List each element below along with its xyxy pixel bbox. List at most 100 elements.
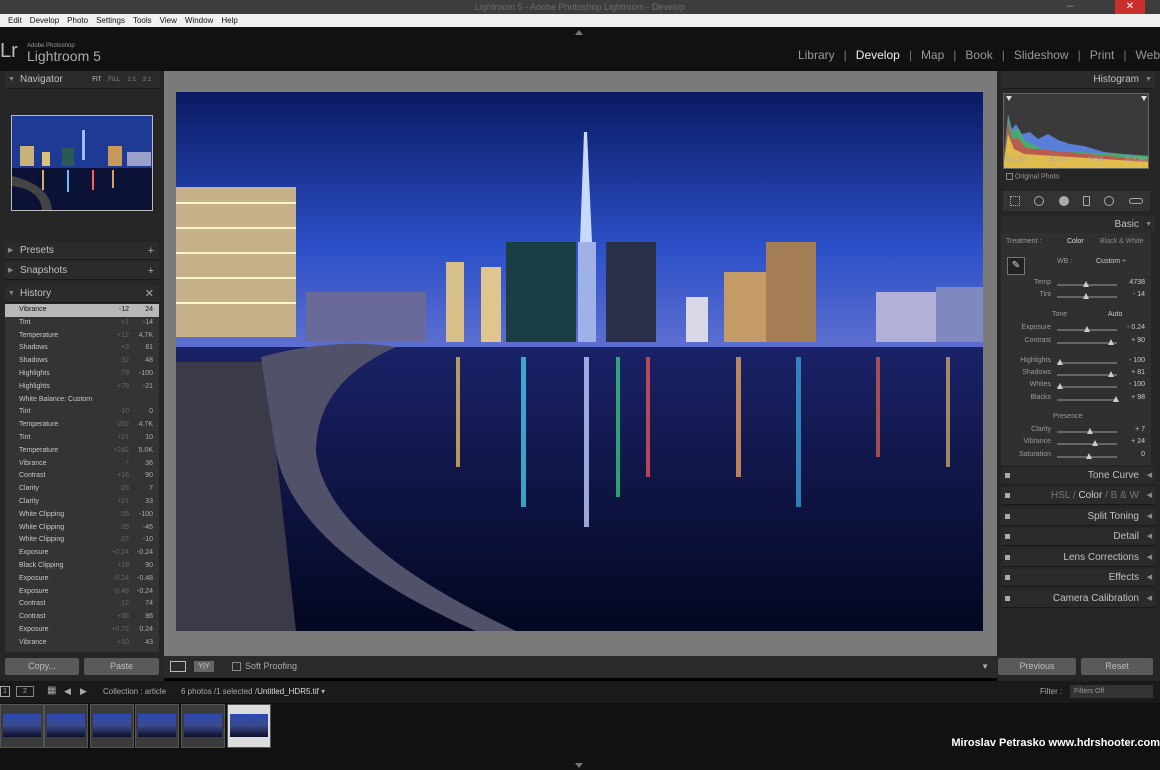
filmstrip-thumb[interactable]	[90, 704, 134, 748]
original-photo-checkbox[interactable]	[1006, 173, 1013, 180]
slider-contrast[interactable]: Contrast + 90	[1001, 337, 1151, 349]
slider-whites[interactable]: Whites - 100	[1001, 381, 1151, 393]
slider-knob[interactable]	[1085, 453, 1092, 459]
module-book[interactable]: Book	[956, 48, 1001, 62]
presets-header[interactable]: ▶ Presets +	[5, 242, 159, 260]
treatment-color[interactable]: Color	[1067, 238, 1084, 245]
loupe-view-icon[interactable]	[170, 661, 186, 672]
tone-curve-header[interactable]: Tone Curve ◀	[1002, 467, 1155, 485]
history-item[interactable]: Clarity -26 7	[5, 483, 159, 496]
split-toning-header[interactable]: Split Toning ◀	[1002, 508, 1155, 526]
slider-knob[interactable]	[1084, 326, 1091, 332]
original-photo-toggle[interactable]: Original Photo	[1006, 173, 1059, 180]
history-item[interactable]: Temperature +12 4.7K	[5, 330, 159, 343]
navigator-preview[interactable]	[11, 115, 153, 211]
filmstrip-thumb-selected[interactable]	[227, 704, 271, 748]
slider-value[interactable]: - 100	[1129, 381, 1145, 388]
paste-button[interactable]: Paste	[84, 658, 159, 675]
add-preset-icon[interactable]: +	[148, 242, 154, 260]
module-print[interactable]: Print	[1081, 48, 1124, 62]
menu-develop[interactable]: Develop	[30, 14, 59, 27]
slider-track[interactable]	[1057, 443, 1117, 445]
zoom-3-1[interactable]: 3:1	[143, 71, 151, 89]
slider-clarity[interactable]: Clarity + 7	[1001, 426, 1151, 438]
filmstrip-thumb[interactable]	[0, 704, 44, 748]
history-item[interactable]: Highlights +79 -21	[5, 381, 159, 394]
module-develop[interactable]: Develop	[847, 48, 909, 62]
menu-view[interactable]: View	[160, 14, 177, 27]
slider-tint[interactable]: Tint - 14	[1001, 291, 1151, 303]
history-item[interactable]: Clarity +21 33	[5, 496, 159, 509]
selected-filename[interactable]: Untitled_HDR5.tif	[257, 687, 319, 696]
filmstrip-thumb[interactable]	[135, 704, 179, 748]
zoom-fit[interactable]: FIT	[92, 71, 101, 89]
module-web[interactable]: Web	[1127, 48, 1160, 62]
bw-tab[interactable]: B & W	[1111, 490, 1139, 501]
filmstrip-thumb[interactable]	[181, 704, 225, 748]
hsl-header[interactable]: HSL / Color / B & W ◀	[1002, 487, 1155, 505]
slider-value[interactable]: + 7	[1135, 426, 1145, 433]
history-item[interactable]: Vibrance -7 36	[5, 458, 159, 471]
history-item[interactable]: Black Clipping +19 90	[5, 560, 159, 573]
treatment-bw[interactable]: Black & White	[1100, 238, 1144, 245]
menu-window[interactable]: Window	[185, 14, 213, 27]
filter-select[interactable]: Filters Off	[1070, 685, 1153, 698]
module-map[interactable]: Map	[912, 48, 953, 62]
menu-tools[interactable]: Tools	[133, 14, 152, 27]
history-item[interactable]: Highlights -79 -100	[5, 368, 159, 381]
history-item[interactable]: Contrast -12 74	[5, 598, 159, 611]
history-item[interactable]: Contrast +36 86	[5, 611, 159, 624]
grid-view-icon[interactable]: ▦	[47, 685, 56, 696]
spot-removal-icon[interactable]	[1034, 196, 1045, 206]
wb-select[interactable]: Custom ÷	[1096, 258, 1126, 265]
color-tab[interactable]: Color	[1078, 490, 1102, 501]
panel-toggle-icon[interactable]	[1005, 493, 1010, 498]
history-item[interactable]: Vibrance -12 24	[5, 304, 159, 317]
history-item[interactable]: White Clipping -55 -100	[5, 509, 159, 522]
slider-knob[interactable]	[1057, 359, 1063, 365]
lens-corrections-header[interactable]: Lens Corrections ◀	[1002, 549, 1155, 567]
history-item[interactable]: White Clipping -35 -45	[5, 522, 159, 535]
slider-value[interactable]: - 100	[1129, 357, 1145, 364]
module-library[interactable]: Library	[789, 48, 844, 62]
slider-knob[interactable]	[1057, 383, 1063, 389]
white-balance-eyedropper-icon[interactable]: ✎	[1007, 257, 1025, 275]
before-after-icon[interactable]: Y|Y	[194, 661, 214, 672]
toolbar-menu-icon[interactable]: ▼	[981, 662, 989, 671]
slider-knob[interactable]	[1082, 293, 1089, 299]
panel-toggle-icon[interactable]	[1005, 534, 1010, 539]
red-eye-icon[interactable]	[1058, 196, 1069, 206]
slider-value[interactable]: - 14	[1133, 291, 1145, 298]
history-item[interactable]: Tint +21 10	[5, 432, 159, 445]
history-item[interactable]: Exposure +0.72 0.24	[5, 624, 159, 637]
graduated-filter-icon[interactable]	[1083, 196, 1091, 206]
slider-value[interactable]: + 90	[1131, 337, 1145, 344]
hsl-tab[interactable]: HSL	[1051, 490, 1070, 501]
module-slideshow[interactable]: Slideshow	[1005, 48, 1078, 62]
detail-header[interactable]: Detail ◀	[1002, 528, 1155, 546]
slider-value[interactable]: + 98	[1131, 394, 1145, 401]
forward-arrow-icon[interactable]: ▶	[80, 686, 87, 697]
panel-toggle-icon[interactable]	[1005, 473, 1010, 478]
history-item[interactable]: Exposure -0.24 -0.48	[5, 573, 159, 586]
slider-value[interactable]: + 81	[1131, 369, 1145, 376]
add-snapshot-icon[interactable]: +	[148, 262, 154, 280]
clear-history-icon[interactable]: ✕	[145, 285, 154, 303]
history-item[interactable]: White Clipping -27 -10	[5, 534, 159, 547]
menu-settings[interactable]: Settings	[96, 14, 125, 27]
history-item[interactable]: Contrast +16 90	[5, 470, 159, 483]
adjustment-brush-icon[interactable]	[1128, 198, 1143, 204]
collapse-top-panel-icon[interactable]	[575, 30, 583, 35]
history-item[interactable]: Exposure -0.48 -0.24	[5, 586, 159, 599]
main-photo[interactable]	[176, 92, 983, 631]
panel-toggle-icon[interactable]	[1005, 514, 1010, 519]
panel-toggle-icon[interactable]	[1005, 575, 1010, 580]
menu-help[interactable]: Help	[221, 14, 237, 27]
copy-button[interactable]: Copy...	[5, 658, 79, 675]
filmstrip-thumb[interactable]	[44, 704, 88, 748]
slider-track[interactable]	[1057, 362, 1117, 364]
slider-knob[interactable]	[1082, 281, 1089, 287]
navigator-header[interactable]: ▼ Navigator FIT FILL 1:1 3:1	[5, 71, 159, 89]
history-item[interactable]: Exposure +0.24 -0.24	[5, 547, 159, 560]
panel-toggle-icon[interactable]	[1005, 555, 1010, 560]
